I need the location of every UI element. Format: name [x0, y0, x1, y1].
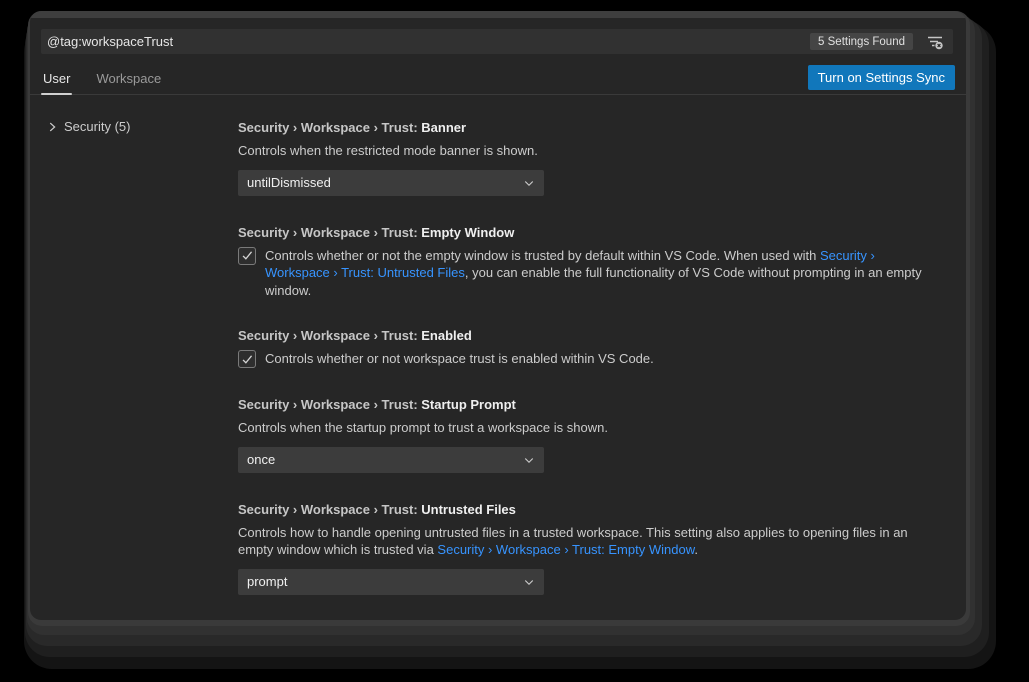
setting-description: Controls whether or not the empty window… — [265, 247, 930, 300]
settings-search-input[interactable] — [47, 34, 810, 49]
settings-search-box[interactable]: 5 Settings Found — [41, 29, 953, 54]
setting-category: Security › Workspace › Trust: — [238, 502, 421, 517]
selected-value: prompt — [247, 574, 287, 589]
vscode-settings-window: 5 Settings Found User Workspace Turn on … — [30, 11, 966, 620]
tab-workspace[interactable]: Workspace — [94, 65, 163, 95]
setting-description: Controls how to handle opening untrusted… — [238, 524, 930, 559]
setting-label: Enabled — [421, 328, 472, 343]
window-titlebar — [30, 11, 966, 18]
setting-label: Startup Prompt — [421, 397, 516, 412]
tab-user[interactable]: User — [41, 65, 72, 95]
chevron-down-icon — [523, 177, 535, 189]
settings-count-badge: 5 Settings Found — [810, 33, 913, 50]
trust-enabled-checkbox[interactable] — [238, 350, 256, 368]
setting-label: Untrusted Files — [421, 502, 516, 517]
description-text: Controls whether or not the empty window… — [265, 248, 820, 263]
setting-title: Security › Workspace › Trust: Startup Pr… — [238, 396, 930, 414]
turn-on-settings-sync-button[interactable]: Turn on Settings Sync — [808, 65, 955, 90]
selected-value: untilDismissed — [247, 175, 331, 190]
chevron-right-icon[interactable] — [45, 120, 59, 134]
setting-trust-startup-prompt: Security › Workspace › Trust: Startup Pr… — [238, 396, 930, 473]
description-text: . — [694, 542, 698, 557]
setting-title: Security › Workspace › Trust: Untrusted … — [238, 501, 930, 519]
clear-filters-icon — [926, 34, 944, 50]
setting-category: Security › Workspace › Trust: — [238, 225, 421, 240]
setting-label: Empty Window — [421, 225, 514, 240]
settings-list: Security › Workspace › Trust: Banner Con… — [238, 119, 966, 620]
setting-description: Controls whether or not workspace trust … — [265, 350, 930, 368]
clear-filters-button[interactable] — [923, 33, 947, 51]
chevron-down-icon — [523, 576, 535, 588]
setting-title: Security › Workspace › Trust: Enabled — [238, 327, 930, 345]
toc-item-label: Security (5) — [64, 119, 130, 134]
setting-description: Controls when the startup prompt to trus… — [238, 419, 930, 437]
link-trust-empty-window[interactable]: Security › Workspace › Trust: Empty Wind… — [437, 542, 694, 557]
setting-trust-empty-window: Security › Workspace › Trust: Empty Wind… — [238, 224, 930, 300]
setting-trust-banner: Security › Workspace › Trust: Banner Con… — [238, 119, 930, 196]
setting-title: Security › Workspace › Trust: Empty Wind… — [238, 224, 930, 242]
settings-editor-body: Security (5) Security › Workspace › Trus… — [30, 95, 966, 620]
check-icon — [241, 249, 254, 262]
chevron-down-icon — [523, 454, 535, 466]
check-icon — [241, 353, 254, 366]
trust-untrusted-files-select[interactable]: prompt — [238, 569, 544, 595]
settings-toc: Security (5) — [30, 119, 238, 620]
settings-search-row: 5 Settings Found — [30, 18, 966, 54]
setting-category: Security › Workspace › Trust: — [238, 328, 421, 343]
setting-trust-enabled: Security › Workspace › Trust: Enabled Co… — [238, 327, 930, 368]
setting-category: Security › Workspace › Trust: — [238, 397, 421, 412]
toc-item-security[interactable]: Security (5) — [45, 119, 238, 134]
setting-trust-untrusted-files: Security › Workspace › Trust: Untrusted … — [238, 501, 930, 595]
setting-description: Controls when the restricted mode banner… — [238, 142, 930, 160]
setting-title: Security › Workspace › Trust: Banner — [238, 119, 930, 137]
settings-scope-tabs: User Workspace Turn on Settings Sync — [30, 66, 966, 95]
setting-label: Banner — [421, 120, 466, 135]
trust-startup-prompt-select[interactable]: once — [238, 447, 544, 473]
trust-banner-select[interactable]: untilDismissed — [238, 170, 544, 196]
trust-empty-window-checkbox[interactable] — [238, 247, 256, 265]
setting-category: Security › Workspace › Trust: — [238, 120, 421, 135]
selected-value: once — [247, 452, 275, 467]
